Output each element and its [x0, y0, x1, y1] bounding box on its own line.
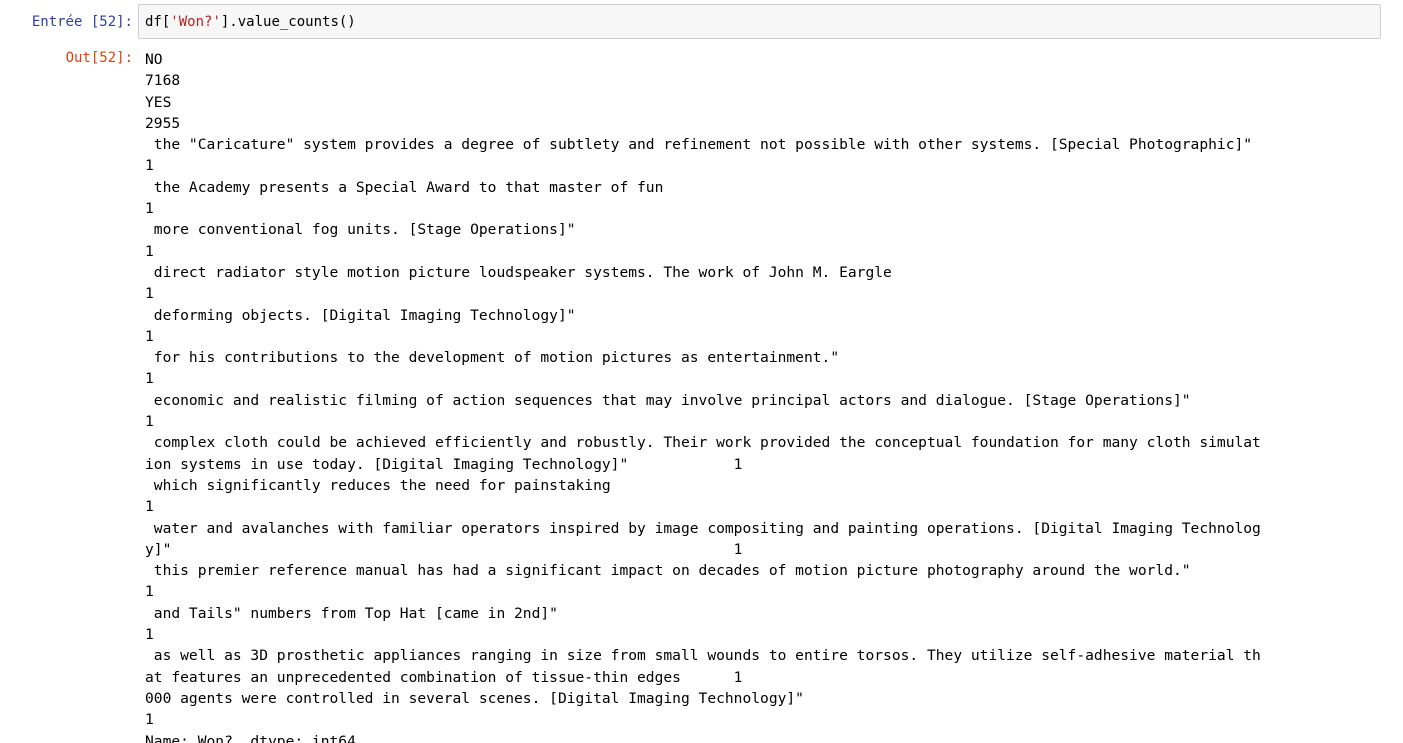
code-prefix: df[ — [145, 14, 171, 30]
output-line: the "Caricature" system provides a degre… — [145, 136, 1253, 154]
output-line: 1 — [145, 711, 154, 729]
output-line: economic and realistic filming of action… — [145, 391, 1191, 409]
output-line: NO — [145, 51, 163, 68]
output-line: 1 — [145, 498, 154, 516]
output-line: this premier reference manual has had a … — [145, 562, 1191, 580]
output-line: YES — [145, 93, 172, 111]
output-line: at features an unprecedented combination… — [145, 668, 743, 686]
input-prompt: Entrée [52]: — [31, 14, 133, 30]
output-line: y]" 1 — [145, 540, 743, 558]
notebook-cell: Entrée [52]: df['Won?'].value_counts() O… — [0, 0, 1403, 743]
output-line: 1 — [145, 370, 154, 388]
output-line: 1 — [145, 285, 154, 303]
output-line: ion systems in use today. [Digital Imagi… — [145, 455, 743, 473]
output-line: and Tails" numbers from Top Hat [came in… — [145, 604, 558, 622]
output-line: 7168 — [145, 72, 181, 90]
output-line: the Academy presents a Special Award to … — [145, 178, 664, 196]
output-line: 000 agents were controlled in several sc… — [145, 689, 804, 707]
code-string-literal: 'Won?' — [170, 14, 221, 30]
output-line: 1 — [145, 157, 154, 175]
output-line: for his contributions to the development… — [145, 349, 840, 367]
output-line: 1 — [145, 327, 154, 345]
output-line: direct radiator style motion picture lou… — [145, 263, 892, 281]
output-line: 2955 — [145, 114, 181, 132]
output-prompt: Out[52]: — [65, 50, 133, 66]
code-suffix: ].value_counts() — [220, 14, 356, 30]
output-line: more conventional fog units. [Stage Oper… — [145, 221, 576, 239]
code-input-area[interactable]: df['Won?'].value_counts() — [138, 4, 1381, 39]
cell-output: NO 7168 YES 2955 the "Caricature" system pr… — [145, 49, 1375, 743]
output-line: 1 — [145, 242, 154, 260]
output-line: water and avalanches with familiar opera… — [145, 519, 1261, 537]
output-line: as well as 3D prosthetic appliances rang… — [145, 647, 1261, 665]
output-line: 1 — [145, 583, 154, 601]
output-line: complex cloth could be achieved efficien… — [145, 434, 1261, 452]
output-line: which significantly reduces the need for… — [145, 476, 611, 494]
output-line: 1 — [145, 413, 154, 431]
output-line: 1 — [145, 200, 154, 218]
output-line: 1 — [145, 626, 154, 644]
output-line: deforming objects. [Digital Imaging Tech… — [145, 306, 576, 324]
code-text[interactable]: df['Won?'].value_counts() — [145, 12, 356, 32]
output-line: Name: Won?, dtype: int64 — [145, 732, 356, 743]
